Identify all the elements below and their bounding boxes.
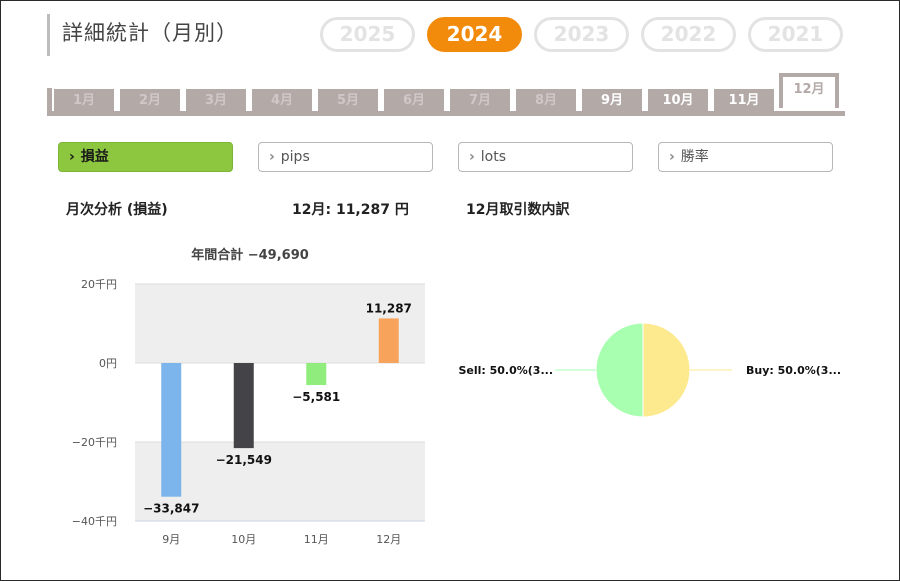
- metric-button-label: lots: [480, 149, 507, 165]
- metric-button-0[interactable]: › 損益: [58, 142, 233, 172]
- bar-10月[interactable]: [233, 363, 254, 449]
- metric-button-label: 損益: [80, 149, 109, 165]
- bar-12月[interactable]: [378, 318, 399, 363]
- bar-value-label: −5,581: [292, 390, 340, 404]
- bar-9月[interactable]: [161, 363, 182, 497]
- metric-button-2[interactable]: › lots: [458, 142, 633, 172]
- chevron-right-icon: ›: [69, 149, 75, 165]
- x-tick-label: 10月: [231, 533, 256, 546]
- pie-label-sell: Sell: 50.0%(3...: [458, 364, 553, 377]
- metric-button-label: 勝率: [680, 149, 709, 165]
- analysis-label: 月次分析 (損益): [66, 202, 168, 218]
- pie-label-buy: Buy: 50.0%(3...: [746, 364, 841, 377]
- tab-month-11[interactable]: 11月: [714, 89, 774, 112]
- x-tick-label: 12月: [376, 533, 401, 546]
- metric-button-3[interactable]: › 勝率: [658, 142, 833, 172]
- year-pill-2024[interactable]: 2024: [427, 17, 522, 52]
- tab-month-10[interactable]: 10月: [648, 89, 708, 112]
- y-tick-label: 20千円: [81, 278, 117, 291]
- year-pill-2022[interactable]: 2022: [641, 17, 736, 52]
- bar-value-label: 11,287: [366, 301, 412, 315]
- chevron-right-icon: ›: [669, 149, 675, 165]
- bar-value-label: −33,847: [143, 502, 199, 516]
- y-tick-label: −40千円: [72, 515, 117, 528]
- bar-value-label: −21,549: [216, 453, 272, 467]
- x-tick-label: 11月: [304, 533, 329, 546]
- page-title: 詳細統計（月別）: [62, 21, 238, 45]
- pie-slice-1[interactable]: [642, 322, 691, 418]
- pie-chart: Sell: 50.0%(3... Buy: 50.0%(3...: [458, 322, 841, 418]
- chevron-right-icon: ›: [269, 149, 275, 165]
- chevron-right-icon: ›: [469, 149, 475, 165]
- breakdown-label: 12月取引数内訳: [466, 202, 570, 218]
- tab-month-3[interactable]: 3月: [186, 89, 246, 112]
- year-pill-2021[interactable]: 2021: [748, 17, 843, 52]
- year-selector: 2025 2024 2023 2022 2021: [320, 17, 843, 52]
- tab-month-8[interactable]: 8月: [516, 89, 576, 112]
- year-pill-2025[interactable]: 2025: [320, 17, 415, 52]
- chart-title: 年間合計 −49,690: [191, 247, 309, 263]
- tab-month-5[interactable]: 5月: [318, 89, 378, 112]
- tab-month-4[interactable]: 4月: [252, 89, 312, 112]
- bar-11月[interactable]: [306, 363, 327, 386]
- y-tick-label: −20千円: [72, 436, 117, 449]
- x-tick-label: 9月: [162, 533, 180, 546]
- month-tab-row: 1月 2月 3月 4月 5月 6月 7月 8月 9月 10月 11月: [54, 89, 774, 112]
- y-tick-label: 0円: [99, 357, 117, 370]
- metric-button-1[interactable]: › pips: [258, 142, 433, 172]
- bar-chart: 年間合計 −49,690 20千円 0円 −20千円 −40千円 −33,847 9月 −21…: [72, 247, 425, 546]
- month-tabs: 1月 2月 3月 4月 5月 6月 7月 8月 9月 10月 11月 12月: [47, 73, 845, 116]
- tab-month-2[interactable]: 2月: [120, 89, 180, 112]
- tab-month-7[interactable]: 7月: [450, 89, 510, 112]
- page-title-block: 詳細統計（月別）: [47, 14, 238, 56]
- tab-month-6[interactable]: 6月: [384, 89, 444, 112]
- pie-slice-0[interactable]: [595, 322, 644, 418]
- year-pill-2023[interactable]: 2023: [534, 17, 629, 52]
- tab-month-9[interactable]: 9月: [582, 89, 642, 112]
- tab-month-1[interactable]: 1月: [54, 89, 114, 112]
- month-value: 12月: 11,287 円: [292, 202, 409, 218]
- metric-button-label: pips: [280, 149, 310, 165]
- tab-month-active[interactable]: 12月: [779, 73, 839, 108]
